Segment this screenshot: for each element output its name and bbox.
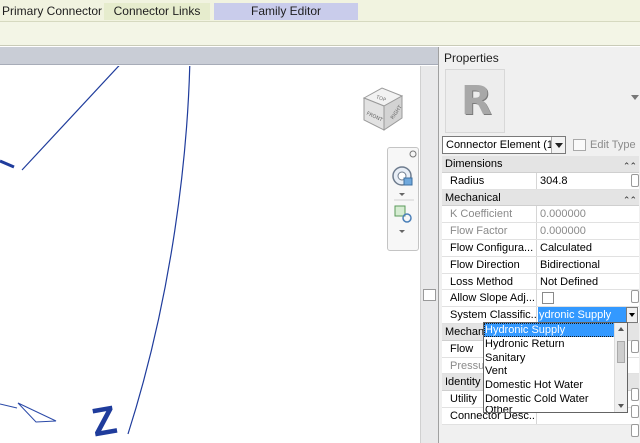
row-flow-factor[interactable]: Flow Factor 0.000000 <box>442 223 639 240</box>
dropdown-option[interactable]: Other <box>484 406 627 412</box>
collapse-icon[interactable]: ⌃⌃ <box>623 192 637 208</box>
scroll-up-icon[interactable] <box>618 327 624 331</box>
dropdown-arrow-icon[interactable] <box>551 137 565 153</box>
row-label: Radius <box>442 172 537 189</box>
steering-wheel-icon[interactable] <box>392 166 413 186</box>
dropdown-option[interactable]: Domestic Cold Water <box>484 392 627 406</box>
canvas-vertical-scrollbar[interactable] <box>420 66 438 443</box>
row-label: System Classific... <box>442 307 537 324</box>
dropdown-option[interactable]: Vent <box>484 364 627 378</box>
drawing-canvas[interactable]: Z <box>0 66 420 443</box>
row-label: Flow Configura... <box>442 239 537 256</box>
canvas-geometry: Z <box>0 66 191 443</box>
z-axis-label: Z <box>88 398 120 443</box>
system-classification-select[interactable]: ydronic Supply <box>538 307 627 324</box>
row-edit-button[interactable] <box>631 424 639 437</box>
navigation-bar <box>387 147 419 251</box>
row-flow-direction[interactable]: Flow Direction Bidirectional <box>442 256 639 274</box>
dropdown-option[interactable]: Hydronic Supply <box>484 323 627 337</box>
row-label: Loss Method <box>442 273 537 290</box>
close-icon[interactable] <box>409 150 417 158</box>
row-value: ydronic Supply <box>538 307 639 324</box>
axis-tick <box>0 159 15 169</box>
row-edit-button[interactable] <box>631 405 639 418</box>
group-mechanical[interactable]: Mechanical ⌃⌃ <box>442 189 639 208</box>
pipe-arc <box>127 66 191 435</box>
row-allow-slope[interactable]: Allow Slope Adj... <box>442 290 639 308</box>
zoom-region-icon[interactable] <box>394 205 412 223</box>
type-preview-image: R <box>445 69 505 133</box>
row-loss-method[interactable]: Loss Method Not Defined <box>442 273 639 291</box>
row-k-coefficient[interactable]: K Coefficient 0.000000 <box>442 206 639 224</box>
row-edit-button[interactable] <box>631 340 639 353</box>
row-label: Allow Slope Adj... <box>442 290 537 307</box>
dropdown-option[interactable]: Hydronic Return <box>484 337 627 351</box>
scrollbar-thumb[interactable] <box>617 341 625 363</box>
chevron-down-icon[interactable] <box>631 95 639 100</box>
allow-slope-checkbox[interactable] <box>542 292 554 305</box>
scroll-down-icon[interactable] <box>618 404 624 408</box>
edit-type-label: Edit Type <box>590 139 636 151</box>
dropdown-scrollbar[interactable] <box>614 323 627 412</box>
row-value[interactable]: Bidirectional <box>538 257 639 273</box>
edit-type-button[interactable]: Edit Type <box>570 136 638 154</box>
dropdown-option[interactable]: Domestic Hot Water <box>484 378 627 392</box>
dropdown-option[interactable]: Sanitary <box>484 351 627 365</box>
group-label: Mechan <box>445 325 485 338</box>
tab-primary-connector[interactable]: Primary Connector <box>0 3 104 20</box>
row-value[interactable]: 304.8 <box>538 173 639 189</box>
view-header-bar <box>0 47 438 65</box>
direction-arrow <box>17 402 57 423</box>
group-label: Dimensions <box>445 158 503 170</box>
row-label: Flow Factor <box>442 223 537 240</box>
arrow-shaft <box>0 403 18 409</box>
dropdown-arrow-icon[interactable] <box>626 307 638 324</box>
type-selector-value: Connector Element (1 <box>446 139 553 151</box>
row-edit-button[interactable] <box>631 174 639 187</box>
row-value[interactable]: Calculated <box>538 240 639 256</box>
row-label: K Coefficient <box>442 206 537 223</box>
row-value[interactable]: Not Defined <box>538 274 639 290</box>
ribbon-panel <box>0 22 640 46</box>
scrollbar-thumb[interactable] <box>423 289 436 301</box>
properties-title: Properties <box>444 51 499 65</box>
row-value: 0.000000 <box>540 208 586 221</box>
tab-connector-links[interactable]: Connector Links <box>104 3 210 20</box>
group-label: Identity <box>445 376 481 389</box>
group-label: Mechanical <box>445 191 501 204</box>
ribbon-tab-bar: Primary Connector Connector Links Family… <box>0 0 640 22</box>
row-edit-button[interactable] <box>631 388 639 401</box>
type-selector-dropdown[interactable]: Connector Element (1 <box>442 136 566 154</box>
system-classification-dropdown-list[interactable]: Hydronic Supply Hydronic Return Sanitary… <box>483 322 628 413</box>
collapse-icon[interactable]: ⌃⌃ <box>623 158 637 174</box>
row-value: 0.000000 <box>540 225 586 238</box>
pipe-edge-line <box>21 66 120 171</box>
group-dimensions[interactable]: Dimensions ⌃⌃ <box>442 156 639 173</box>
row-edit-button[interactable] <box>631 290 639 303</box>
revit-logo-icon: R <box>461 78 492 124</box>
row-flow-configuration[interactable]: Flow Configura... Calculated <box>442 239 639 257</box>
row-label: Flow Direction <box>442 256 537 273</box>
edit-type-icon <box>573 139 586 151</box>
row-radius[interactable]: Radius 304.8 <box>442 172 639 190</box>
view-cube[interactable]: TOP FRONT RIGHT <box>358 84 406 132</box>
row-value <box>538 290 639 306</box>
tab-family-editor[interactable]: Family Editor <box>214 3 358 20</box>
